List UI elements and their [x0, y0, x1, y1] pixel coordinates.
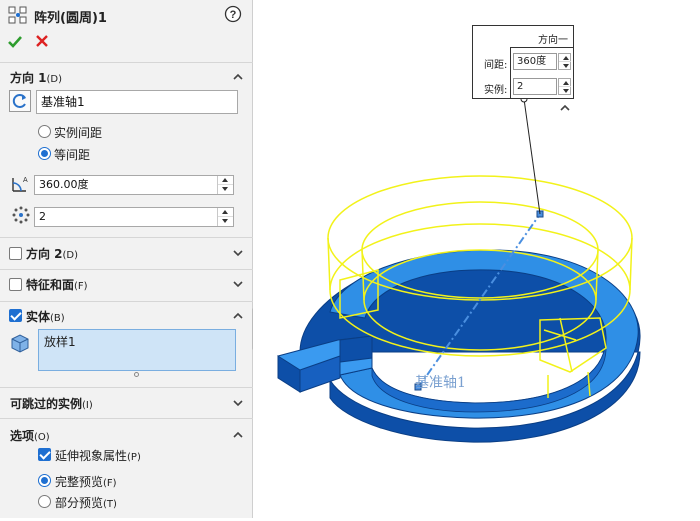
- direction1-section-header[interactable]: 方向 1(D): [0, 64, 253, 90]
- ring-end-cap: [339, 335, 373, 363]
- bodies-selection-list[interactable]: 放样1: [38, 329, 236, 371]
- close-icon[interactable]: [35, 34, 49, 48]
- skip-instances-section-header[interactable]: 可跳过的实例(I): [0, 390, 253, 416]
- list-item[interactable]: 放样1: [44, 333, 76, 350]
- options-label: 选项(O): [10, 429, 50, 443]
- reverse-direction-icon[interactable]: [9, 90, 31, 112]
- angle-spinner[interactable]: [217, 176, 233, 194]
- svg-text:?: ?: [230, 9, 237, 21]
- partial-preview-radio[interactable]: [38, 495, 51, 508]
- callout-leader-line: [523, 98, 541, 215]
- partial-preview-label: 部分预览(T): [55, 496, 117, 510]
- angle-icon: A: [12, 177, 28, 192]
- chevron-up-icon[interactable]: [558, 103, 572, 113]
- bodies-checkbox[interactable]: [9, 309, 22, 322]
- chevron-up-icon[interactable]: [231, 70, 245, 84]
- panel-title: 阵列(圆周)1: [34, 11, 107, 26]
- chevron-up-icon[interactable]: [231, 428, 245, 442]
- solid-body-icon: [11, 334, 29, 353]
- chevron-down-icon[interactable]: [231, 277, 245, 291]
- chevron-up-icon[interactable]: [231, 309, 245, 323]
- circular-pattern-icon: [8, 6, 27, 24]
- chevron-down-icon[interactable]: [231, 246, 245, 260]
- angle-value: 360.00度: [39, 178, 89, 191]
- instance-count-input[interactable]: 2: [34, 207, 234, 227]
- callout-instances-input[interactable]: 2: [513, 78, 557, 95]
- bodies-section-header[interactable]: 实体(B): [0, 303, 253, 329]
- axis-selection-field[interactable]: 基准轴1: [36, 90, 238, 114]
- instance-spacing-radio[interactable]: [38, 125, 51, 138]
- graphics-viewport[interactable]: 基准轴1 方向一 间距: 360度 实例: 2: [253, 0, 700, 518]
- features-faces-section-header[interactable]: 特征和面(F): [0, 271, 253, 297]
- callout-spacing-label: 间距:: [484, 60, 508, 71]
- features-faces-label: 特征和面(F): [26, 278, 88, 292]
- help-icon[interactable]: ?: [224, 5, 242, 23]
- full-preview-radio[interactable]: [38, 474, 51, 487]
- direction2-section-header[interactable]: 方向 2(D): [0, 240, 253, 266]
- instance-count-value: 2: [39, 210, 46, 223]
- property-manager-panel: 阵列(圆周)1 ? 方向 1(D) 基准轴1 实例间距 等间距 A 360.00…: [0, 0, 253, 518]
- chevron-down-icon[interactable]: [231, 396, 245, 410]
- callout-instances-label: 实例:: [484, 85, 508, 96]
- propagate-visual-checkbox[interactable]: [38, 448, 51, 461]
- direction2-label: 方向 2(D): [26, 247, 79, 261]
- callout-instances-spinner[interactable]: [558, 78, 571, 95]
- callout-spacing-input[interactable]: 360度: [513, 53, 557, 70]
- options-section-header[interactable]: 选项(O): [0, 422, 253, 448]
- angle-input[interactable]: 360.00度: [34, 175, 234, 195]
- direction2-checkbox[interactable]: [9, 247, 22, 260]
- propagate-visual-label: 延伸视象属性(P): [55, 449, 141, 463]
- pattern-callout: 方向一 间距: 360度 实例: 2: [472, 25, 574, 99]
- instance-spacing-label: 实例间距: [54, 126, 103, 140]
- count-spinner[interactable]: [217, 208, 233, 226]
- features-faces-checkbox[interactable]: [9, 278, 22, 291]
- svg-text:A: A: [23, 177, 28, 184]
- equal-spacing-radio[interactable]: [38, 147, 51, 160]
- skip-instances-label: 可跳过的实例(I): [10, 397, 93, 411]
- bodies-label: 实体(B): [26, 310, 65, 324]
- checkmark-icon[interactable]: [7, 34, 23, 50]
- direction1-label: 方向 1(D): [10, 71, 63, 85]
- instance-count-icon: [12, 206, 30, 224]
- equal-spacing-label: 等间距: [54, 148, 91, 162]
- resize-handle[interactable]: [134, 372, 139, 377]
- full-preview-label: 完整预览(F): [55, 475, 117, 489]
- callout-title: 方向一: [538, 35, 568, 46]
- callout-spacing-spinner[interactable]: [558, 53, 571, 70]
- axis-label: 基准轴1: [415, 375, 466, 391]
